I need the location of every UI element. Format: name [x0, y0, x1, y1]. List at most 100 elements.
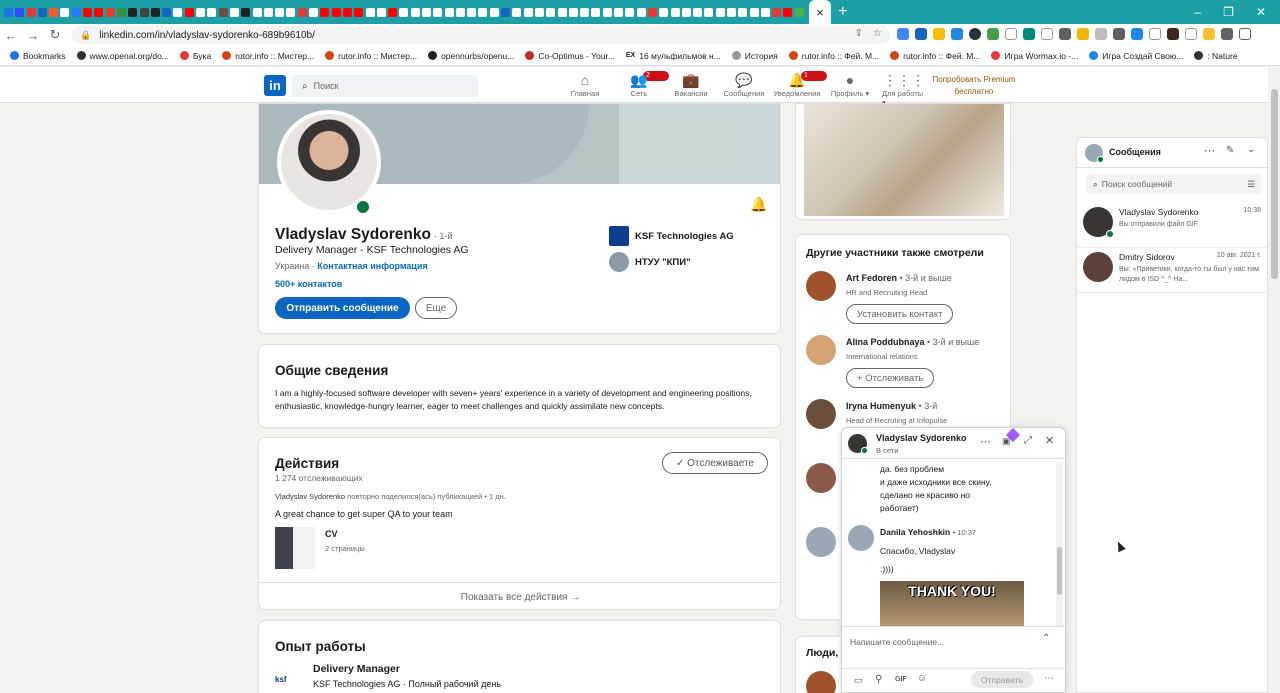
tab-favicon[interactable]: [444, 7, 454, 17]
close-icon[interactable]: ✕: [1045, 434, 1054, 447]
tab-favicon[interactable]: [388, 7, 398, 17]
contact-info-link[interactable]: Контактная информация: [317, 261, 427, 271]
ad-image[interactable]: [804, 104, 1004, 216]
person-avatar[interactable]: [806, 271, 836, 301]
tab-favicon[interactable]: [184, 7, 194, 17]
puzzle-icon[interactable]: [1221, 28, 1233, 40]
filter-icon[interactable]: ☰: [1247, 179, 1255, 190]
tab-favicon[interactable]: [196, 7, 206, 17]
nav-for-business[interactable]: ⋮⋮⋮Для работы ▾: [882, 71, 926, 107]
tab-favicon[interactable]: [681, 7, 691, 17]
tab-favicon[interactable]: [489, 7, 499, 17]
tab-favicon[interactable]: [173, 7, 183, 17]
tab-favicon[interactable]: [749, 7, 759, 17]
new-tab-button[interactable]: +: [838, 3, 847, 21]
chevron-down-icon[interactable]: ⌄: [1247, 144, 1255, 155]
active-tab-close-icon[interactable]: ×: [809, 0, 832, 24]
tab-favicon[interactable]: [331, 7, 341, 17]
more-button[interactable]: Еще: [415, 297, 457, 319]
tab-favicon[interactable]: [715, 7, 725, 17]
tab-favicon[interactable]: [478, 7, 488, 17]
tab-favicon[interactable]: [636, 7, 646, 17]
tab-favicon[interactable]: [399, 7, 409, 17]
tab-favicon[interactable]: [467, 7, 477, 17]
extension-icon[interactable]: [915, 28, 927, 40]
extension-icon[interactable]: [1041, 28, 1053, 40]
tab-favicon[interactable]: [218, 7, 228, 17]
tab-favicon[interactable]: [162, 7, 172, 17]
extension-icon[interactable]: [1005, 28, 1017, 40]
nav-messaging[interactable]: 💬 Сообщения: [722, 71, 766, 98]
follow-button[interactable]: + Отслеживать: [846, 368, 935, 388]
tab-favicon[interactable]: [365, 7, 375, 17]
tab-favicon[interactable]: [342, 7, 352, 17]
tab-favicon[interactable]: [794, 7, 804, 17]
tab-favicon[interactable]: [410, 7, 420, 17]
tab-favicon[interactable]: [263, 7, 273, 17]
bookmark-item[interactable]: EX 16 мульфильмов н...: [626, 51, 721, 61]
tab-favicon[interactable]: [557, 7, 567, 17]
tab-favicon[interactable]: [501, 7, 511, 17]
tab-favicon[interactable]: [772, 7, 782, 17]
tab-favicon[interactable]: [376, 7, 386, 17]
person-avatar[interactable]: [806, 463, 836, 493]
tab-favicon[interactable]: [320, 7, 330, 17]
tab-favicon[interactable]: [37, 7, 47, 17]
more-options-icon[interactable]: ⋯: [1044, 673, 1054, 684]
extension-icon[interactable]: [987, 28, 999, 40]
tab-favicon[interactable]: [659, 7, 669, 17]
tab-favicon[interactable]: [354, 7, 364, 17]
tab-favicon[interactable]: [523, 7, 533, 17]
conversation-item[interactable]: Vladyslav Sydorenko 10:38 Вы отправили фай…: [1077, 202, 1267, 248]
extension-icon[interactable]: [1077, 28, 1089, 40]
tab-favicon[interactable]: [625, 7, 635, 17]
connections-link[interactable]: 500+ контактов: [275, 279, 342, 289]
also-viewed-person[interactable]: Art Fedoren • 3-й и выше HR and Recruitin…: [806, 271, 1006, 331]
person-name[interactable]: Art Fedoren • 3-й и выше: [846, 273, 952, 283]
tab-favicon[interactable]: [15, 7, 25, 17]
tab-favicon[interactable]: [433, 7, 443, 17]
tab-favicon[interactable]: [534, 7, 544, 17]
page-scrollbar[interactable]: [1269, 67, 1280, 693]
org-current-company[interactable]: KSF Technologies AG: [609, 226, 734, 246]
bookmark-item[interactable]: : Nature: [1194, 51, 1238, 61]
chevron-up-icon[interactable]: ⌃: [1042, 633, 1050, 644]
more-options-icon[interactable]: ⋯: [980, 435, 991, 448]
tab-favicon[interactable]: [614, 7, 624, 17]
bookmark-item[interactable]: www.openal.org/do...: [76, 51, 169, 61]
conversation-item[interactable]: Dmitry Sidorov 10 авг. 2021 г. Вы: «Привет…: [1077, 247, 1267, 293]
tab-favicon[interactable]: [83, 7, 93, 17]
gif-image[interactable]: THANK YOU!: [880, 581, 1024, 626]
send-message-button[interactable]: Отправить сообщение: [275, 297, 410, 319]
extension-icon[interactable]: [1167, 28, 1179, 40]
person-avatar[interactable]: [806, 399, 836, 429]
message-search-input[interactable]: ⌕ Поиск сообщений ☰: [1086, 174, 1261, 194]
tab-favicon[interactable]: [128, 7, 138, 17]
search-input[interactable]: ⌕ Поиск: [292, 75, 478, 97]
tab-favicon[interactable]: [783, 7, 793, 17]
person-avatar[interactable]: [806, 527, 836, 557]
url-input[interactable]: 🔒 linkedin.com/in/vladyslav-sydorenko-68…: [72, 26, 890, 44]
bookmark-item[interactable]: rutor.info :: Фей. М...: [788, 51, 879, 61]
message-input[interactable]: Напишите сообщение... ⌃: [842, 626, 1065, 666]
try-premium-link[interactable]: Попробовать Premium бесплатно: [928, 74, 1020, 98]
more-options-icon[interactable]: ⋯: [1204, 144, 1215, 157]
tab-favicon[interactable]: [512, 7, 522, 17]
tab-favicon[interactable]: [693, 7, 703, 17]
star-icon[interactable]: ☆: [873, 28, 882, 39]
back-icon[interactable]: ←: [0, 28, 22, 43]
tab-favicon[interactable]: [286, 7, 296, 17]
extension-icon[interactable]: [1023, 28, 1035, 40]
tab-favicon[interactable]: [252, 7, 262, 17]
bookmark-item[interactable]: rutor.info :: Мистер...: [222, 51, 314, 61]
reload-icon[interactable]: ↻: [44, 27, 66, 43]
messaging-title[interactable]: Сообщения: [1109, 147, 1161, 157]
org-education[interactable]: НТУУ "КПИ": [609, 252, 691, 272]
image-icon[interactable]: ▭: [854, 675, 863, 686]
connect-button[interactable]: Установить контакт: [846, 304, 954, 324]
person-name[interactable]: Alina Poddubnaya • 3-й и выше: [846, 337, 979, 347]
tab-favicon[interactable]: [49, 7, 59, 17]
extension-icon[interactable]: [1185, 28, 1197, 40]
bookmark-item[interactable]: rutor.info :: Фей. М...: [890, 51, 980, 61]
compose-icon[interactable]: ✎: [1226, 145, 1234, 156]
